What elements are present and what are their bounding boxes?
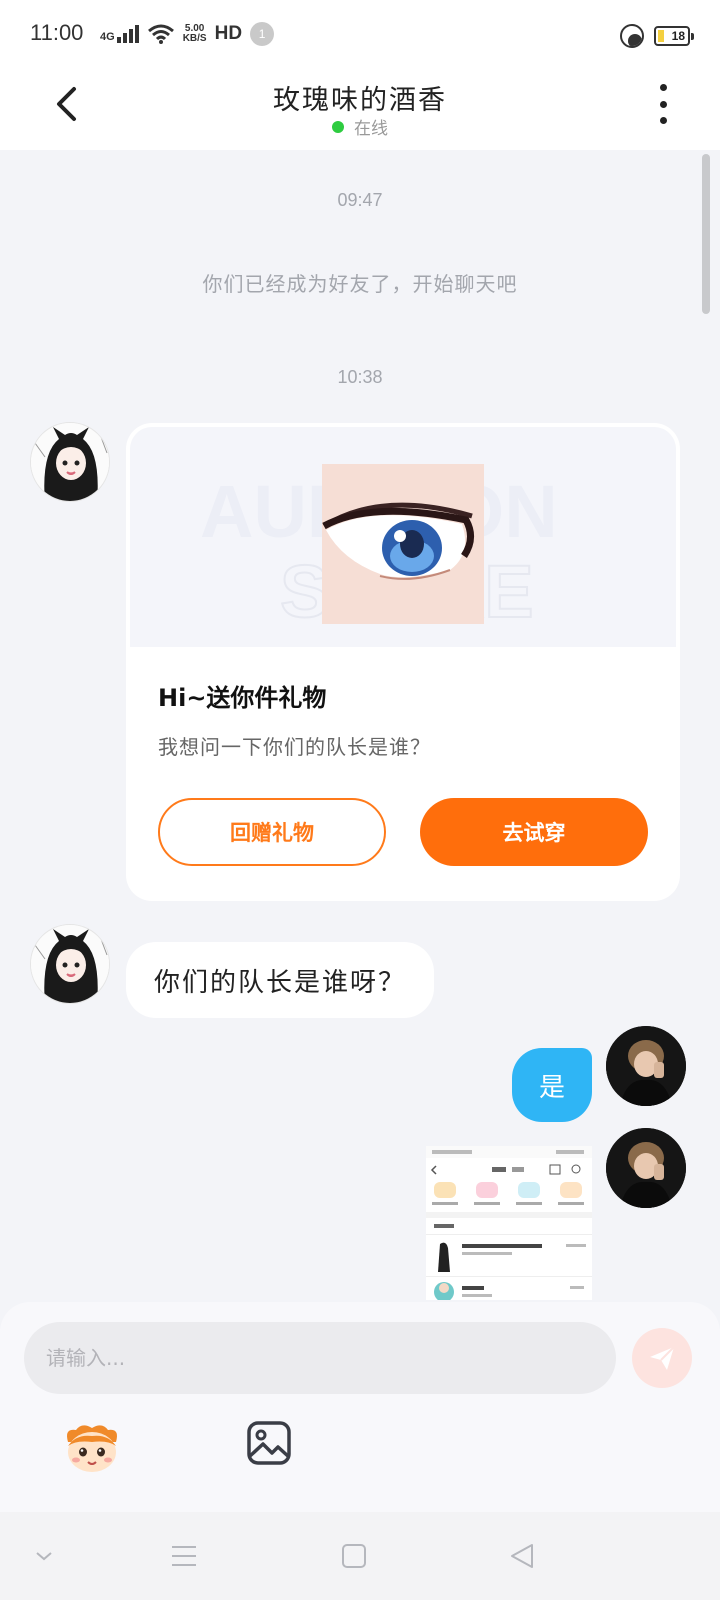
my-avatar[interactable]	[606, 1026, 686, 1106]
online-dot	[332, 120, 344, 133]
timestamp: 09:47	[337, 190, 383, 210]
image-icon	[247, 1421, 291, 1465]
chat-area[interactable]: 09:47 你们已经成为好友了，开始聊天吧 10:38 AUDITION STO…	[0, 150, 720, 1300]
online-status: 在线	[0, 114, 720, 139]
sent-message-bubble[interactable]: 是	[512, 1048, 592, 1122]
menu-icon	[172, 1546, 196, 1566]
nav-home-button[interactable]	[334, 1536, 374, 1576]
try-on-button[interactable]: 去试穿	[420, 798, 648, 866]
gift-card[interactable]: AUDITION STORE Hi~送你件礼物 我想问一下你们的队长是谁？	[126, 423, 680, 901]
avatar-image	[606, 1026, 686, 1106]
notification-badge: 1	[250, 22, 275, 46]
status-time: 11:00	[30, 20, 84, 45]
timestamp: 10:38	[337, 367, 383, 387]
received-message-bubble[interactable]: 你们的队长是谁呀？	[126, 942, 435, 1018]
chat-header: 玫瑰味的酒香 在线	[0, 72, 720, 150]
gift-item-image	[322, 464, 484, 624]
sticker-button[interactable]	[62, 1420, 122, 1476]
image-picker-button[interactable]	[246, 1420, 296, 1470]
online-label: 在线	[354, 119, 388, 139]
network-type: 4G	[100, 31, 115, 43]
more-options-button[interactable]	[648, 84, 678, 124]
contact-avatar[interactable]	[30, 422, 110, 502]
send-button[interactable]	[632, 1328, 692, 1388]
nav-recents-button[interactable]	[164, 1536, 204, 1576]
sent-image-message[interactable]	[426, 1146, 592, 1300]
screenshot-image	[426, 1146, 592, 1300]
sticker-mascot-icon	[67, 1425, 117, 1472]
input-panel	[0, 1302, 720, 1512]
nav-hide-button[interactable]	[24, 1536, 64, 1576]
gift-description: 我想问一下你们的队长是谁？	[158, 735, 431, 759]
avatar-image	[606, 1128, 686, 1208]
my-avatar[interactable]	[606, 1128, 686, 1208]
nav-back-button[interactable]	[502, 1536, 542, 1576]
triangle-back-icon	[511, 1544, 533, 1568]
message-input[interactable]	[24, 1322, 616, 1394]
network-speed: 5.00 KB/S	[182, 23, 207, 44]
paper-plane-icon	[650, 1346, 675, 1370]
gift-banner: AUDITION STORE	[130, 427, 676, 647]
more-vertical-icon	[659, 84, 667, 91]
system-message: 你们已经成为好友了，开始聊天吧	[202, 272, 518, 296]
status-icons: 4G 5.00 KB/S HD 1	[100, 22, 275, 46]
gift-title: Hi~送你件礼物	[158, 684, 327, 712]
chevron-down-icon	[36, 1552, 52, 1561]
cellular-signal-icon: 4G	[100, 25, 139, 43]
eye-makeup-image	[322, 464, 484, 624]
avatar-image	[31, 925, 109, 1003]
chat-title: 玫瑰味的酒香	[273, 85, 447, 116]
do-not-disturb-icon	[620, 24, 644, 48]
system-nav-bar	[0, 1512, 720, 1600]
hd-indicator: HD	[214, 23, 243, 44]
square-icon	[342, 1544, 366, 1568]
battery-icon: 18	[654, 26, 694, 46]
status-bar: 11:00 4G 5.00 KB/S HD 1 18	[0, 0, 720, 72]
wifi-icon	[147, 24, 174, 44]
return-gift-button[interactable]: 回赠礼物	[158, 798, 386, 866]
status-right: 18	[620, 24, 694, 48]
avatar-image	[31, 423, 109, 501]
contact-avatar[interactable]	[30, 924, 110, 1004]
